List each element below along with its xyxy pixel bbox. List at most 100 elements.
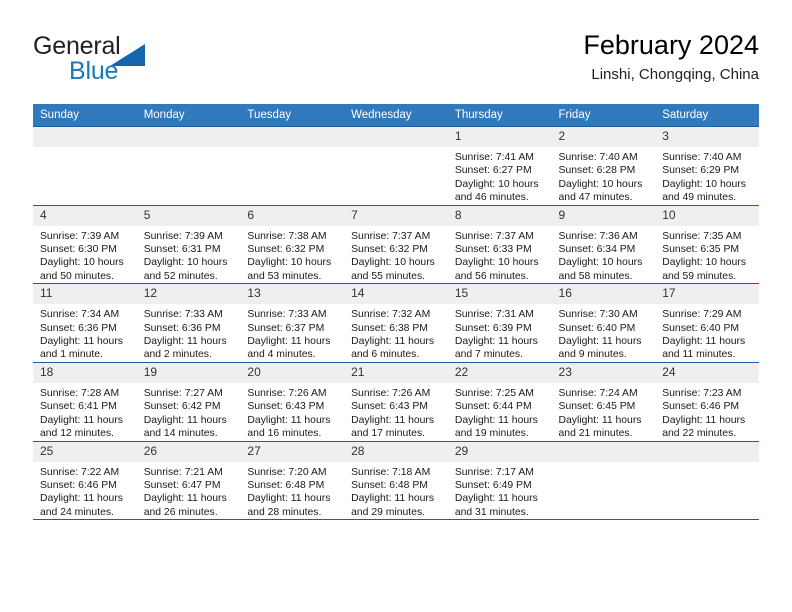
calendar-bottom-divider (33, 519, 759, 520)
calendar-day-cell[interactable]: 11 Sunrise: 7:34 AM Sunset: 6:36 PM Dayligh… (33, 283, 137, 363)
calendar-week-row: 1 Sunrise: 7:41 AM Sunset: 6:27 PM Daylight… (33, 126, 759, 206)
day-details: Sunrise: 7:36 AM Sunset: 6:34 PM Daylight:… (552, 226, 656, 284)
calendar-day-cell[interactable]: 2 Sunrise: 7:40 AM Sunset: 6:28 PM Daylight… (551, 126, 656, 206)
day-number: 2 (551, 127, 656, 147)
calendar-day-cell[interactable]: 3 Sunrise: 7:40 AM Sunset: 6:29 PM Daylight… (655, 126, 759, 206)
calendar-day-cell[interactable]: 16 Sunrise: 7:30 AM Sunset: 6:40 PM Dayligh… (551, 283, 656, 363)
daylight-text-line2: and 53 minutes. (247, 270, 322, 282)
calendar-day-cell[interactable]: 29 Sunrise: 7:17 AM Sunset: 6:49 PM Dayligh… (447, 440, 552, 520)
calendar-day-cell[interactable]: 20 Sunrise: 7:26 AM Sunset: 6:43 PM Dayligh… (240, 361, 345, 441)
day-details: Sunrise: 7:38 AM Sunset: 6:32 PM Daylight:… (240, 226, 344, 284)
daylight-text-line1: Daylight: 11 hours (558, 414, 642, 426)
sunset-text: Sunset: 6:38 PM (351, 322, 428, 334)
day-number: 18 (33, 362, 137, 383)
calendar-day-cell-empty (33, 126, 137, 206)
day-details: Sunrise: 7:24 AM Sunset: 6:45 PM Daylight:… (552, 383, 656, 441)
calendar-day-cell[interactable]: 26 Sunrise: 7:21 AM Sunset: 6:47 PM Dayligh… (136, 440, 241, 520)
day-number: 11 (33, 284, 137, 305)
day-details: Sunrise: 7:33 AM Sunset: 6:37 PM Daylight:… (240, 304, 344, 362)
day-details: Sunrise: 7:32 AM Sunset: 6:38 PM Daylight:… (344, 304, 448, 362)
daylight-text-line2: and 46 minutes. (454, 192, 529, 204)
sunrise-text: Sunrise: 7:24 AM (558, 387, 638, 399)
calendar-day-cell[interactable]: 8 Sunrise: 7:37 AM Sunset: 6:33 PM Daylight… (447, 204, 552, 284)
daylight-text-line2: and 49 minutes. (662, 192, 737, 204)
sunset-text: Sunset: 6:28 PM (558, 165, 636, 177)
calendar-day-cell-empty (344, 126, 448, 206)
sunrise-text: Sunrise: 7:37 AM (351, 230, 431, 242)
day-details: Sunrise: 7:27 AM Sunset: 6:42 PM Daylight:… (137, 383, 241, 441)
title-block: February 2024 Linshi, Chongqing, China (583, 28, 759, 86)
daylight-text-line2: and 58 minutes. (558, 270, 633, 282)
daylight-text-line1: Daylight: 11 hours (454, 414, 538, 426)
day-number (33, 127, 137, 147)
day-details: Sunrise: 7:23 AM Sunset: 6:46 PM Daylight:… (655, 383, 759, 441)
day-number: 1 (447, 127, 552, 147)
sunrise-text: Sunrise: 7:33 AM (247, 309, 327, 321)
weekday-header-sunday: Sunday (33, 104, 137, 127)
calendar-day-cell[interactable]: 28 Sunrise: 7:18 AM Sunset: 6:48 PM Dayligh… (344, 440, 448, 520)
day-details: Sunrise: 7:29 AM Sunset: 6:40 PM Daylight:… (655, 304, 759, 362)
day-number: 16 (551, 284, 656, 305)
calendar-day-cell[interactable]: 19 Sunrise: 7:27 AM Sunset: 6:42 PM Dayligh… (136, 361, 241, 441)
daylight-text-line1: Daylight: 11 hours (454, 336, 538, 348)
day-number: 27 (240, 441, 345, 462)
sunrise-text: Sunrise: 7:29 AM (662, 309, 742, 321)
weekday-header-monday: Monday (136, 104, 241, 127)
day-number: 12 (136, 284, 241, 305)
calendar-day-cell[interactable]: 7 Sunrise: 7:37 AM Sunset: 6:32 PM Daylight… (344, 204, 448, 284)
sunrise-text: Sunrise: 7:23 AM (662, 387, 742, 399)
sunset-text: Sunset: 6:40 PM (662, 322, 740, 334)
calendar-day-cell[interactable]: 21 Sunrise: 7:26 AM Sunset: 6:43 PM Dayligh… (344, 361, 448, 441)
daylight-text-line1: Daylight: 11 hours (662, 336, 746, 348)
calendar-day-cell[interactable]: 9 Sunrise: 7:36 AM Sunset: 6:34 PM Daylight… (551, 204, 656, 284)
sunset-text: Sunset: 6:43 PM (247, 401, 325, 413)
sunrise-text: Sunrise: 7:27 AM (143, 387, 223, 399)
calendar-day-cell-empty (655, 440, 759, 520)
calendar-day-cell[interactable]: 6 Sunrise: 7:38 AM Sunset: 6:32 PM Daylight… (240, 204, 345, 284)
calendar-day-cell[interactable]: 5 Sunrise: 7:39 AM Sunset: 6:31 PM Daylight… (136, 204, 241, 284)
calendar-day-cell[interactable]: 22 Sunrise: 7:25 AM Sunset: 6:44 PM Dayligh… (447, 361, 552, 441)
day-number (344, 127, 448, 147)
day-number: 17 (655, 284, 759, 305)
daylight-text-line2: and 31 minutes. (454, 506, 529, 518)
calendar-day-cell[interactable]: 12 Sunrise: 7:33 AM Sunset: 6:36 PM Dayligh… (136, 283, 241, 363)
calendar-grid: Sunday Monday Tuesday Wednesday Thursday Frid… (33, 104, 759, 520)
calendar-day-cell[interactable]: 24 Sunrise: 7:23 AM Sunset: 6:46 PM Dayligh… (655, 361, 759, 441)
day-number (551, 441, 656, 462)
sunset-text: Sunset: 6:43 PM (351, 401, 428, 413)
daylight-text-line2: and 21 minutes. (558, 428, 633, 440)
daylight-text-line2: and 7 minutes. (454, 349, 523, 361)
calendar-day-cell[interactable]: 27 Sunrise: 7:20 AM Sunset: 6:48 PM Dayligh… (240, 440, 345, 520)
daylight-text-line2: and 50 minutes. (40, 270, 114, 282)
calendar-day-cell[interactable]: 18 Sunrise: 7:28 AM Sunset: 6:41 PM Dayligh… (33, 361, 137, 441)
calendar-day-cell[interactable]: 23 Sunrise: 7:24 AM Sunset: 6:45 PM Dayligh… (551, 361, 656, 441)
calendar-day-cell[interactable]: 10 Sunrise: 7:35 AM Sunset: 6:35 PM Dayligh… (655, 204, 759, 284)
daylight-text-line2: and 12 minutes. (40, 428, 114, 440)
sunset-text: Sunset: 6:44 PM (454, 401, 532, 413)
daylight-text-line1: Daylight: 10 hours (662, 178, 746, 190)
sunset-text: Sunset: 6:35 PM (662, 244, 740, 256)
calendar-week-row: 25 Sunrise: 7:22 AM Sunset: 6:46 PM Dayligh… (33, 440, 759, 520)
sunset-text: Sunset: 6:41 PM (40, 401, 117, 413)
calendar-day-cell[interactable]: 4 Sunrise: 7:39 AM Sunset: 6:30 PM Daylight… (33, 204, 137, 284)
calendar-day-cell[interactable]: 15 Sunrise: 7:31 AM Sunset: 6:39 PM Dayligh… (447, 283, 552, 363)
day-details: Sunrise: 7:30 AM Sunset: 6:40 PM Daylight:… (552, 304, 656, 362)
calendar-day-cell[interactable]: 1 Sunrise: 7:41 AM Sunset: 6:27 PM Daylight… (447, 126, 552, 206)
day-number: 25 (33, 441, 137, 462)
daylight-text-line2: and 24 minutes. (40, 506, 114, 518)
daylight-text-line2: and 9 minutes. (558, 349, 627, 361)
calendar-day-cell[interactable]: 14 Sunrise: 7:32 AM Sunset: 6:38 PM Dayligh… (344, 283, 448, 363)
day-details: Sunrise: 7:40 AM Sunset: 6:28 PM Daylight:… (552, 147, 656, 205)
calendar-day-cell[interactable]: 25 Sunrise: 7:22 AM Sunset: 6:46 PM Dayligh… (33, 440, 137, 520)
daylight-text-line1: Daylight: 11 hours (143, 414, 227, 426)
calendar-day-cell[interactable]: 17 Sunrise: 7:29 AM Sunset: 6:40 PM Dayligh… (655, 283, 759, 363)
sunrise-text: Sunrise: 7:30 AM (558, 309, 638, 321)
calendar-week-row: 18 Sunrise: 7:28 AM Sunset: 6:41 PM Dayligh… (33, 361, 759, 441)
sunset-text: Sunset: 6:47 PM (143, 479, 221, 491)
daylight-text-line1: Daylight: 10 hours (558, 178, 643, 190)
calendar-day-cell[interactable]: 13 Sunrise: 7:33 AM Sunset: 6:37 PM Dayligh… (240, 283, 345, 363)
calendar-day-cell-empty (240, 126, 345, 206)
sunset-text: Sunset: 6:30 PM (40, 244, 117, 256)
day-details: Sunrise: 7:33 AM Sunset: 6:36 PM Daylight:… (137, 304, 241, 362)
daylight-text-line1: Daylight: 10 hours (558, 257, 643, 269)
